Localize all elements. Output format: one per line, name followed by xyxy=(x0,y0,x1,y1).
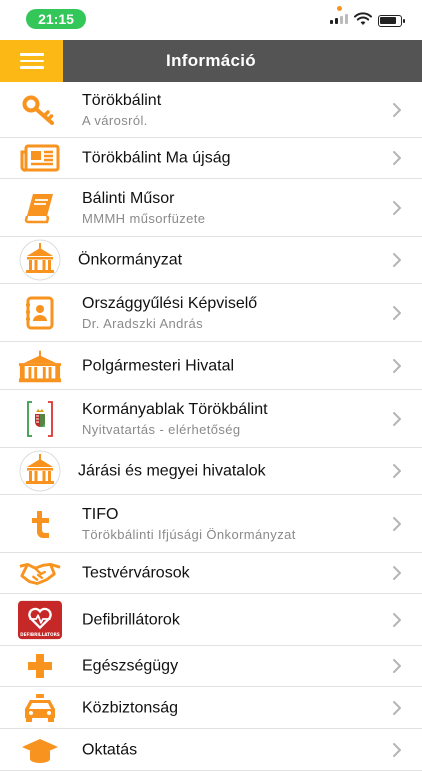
defibrillator-icon: DEFIBRILLATORS xyxy=(18,600,62,640)
list-item-oktatas[interactable]: Oktatás xyxy=(0,729,422,771)
item-title: Országgyűlési Képviselő xyxy=(82,294,258,312)
privacy-indicator-dot xyxy=(337,6,342,11)
handshake-icon xyxy=(18,553,62,593)
chevron-right-icon xyxy=(393,700,401,715)
chevron-right-icon xyxy=(393,305,401,320)
newspaper-icon xyxy=(18,138,62,178)
item-subtitle: A városról. xyxy=(82,112,148,128)
item-subtitle: Nyitvatartás - elérhetőség xyxy=(82,421,241,437)
battery-icon xyxy=(378,15,405,27)
item-title: Bálinti Műsor xyxy=(82,189,175,207)
list-item-testvervarosok[interactable]: Testvérvárosok xyxy=(0,553,422,594)
chevron-right-icon xyxy=(393,566,401,580)
chevron-right-icon xyxy=(393,411,401,426)
item-title: Kormányablak Törökbálint xyxy=(82,400,268,418)
list-item-kormanyablak[interactable]: Kormányablak Törökbálint Nyitvatartás - … xyxy=(0,390,422,448)
item-title: Önkormányzat xyxy=(78,251,183,269)
contact-book-icon xyxy=(18,293,62,333)
list-item-orszaggyulesi-kepviselo[interactable]: Országgyűlési Képviselő Dr. Aradszki And… xyxy=(0,284,422,342)
chevron-right-icon xyxy=(393,102,401,117)
list-item-torokbalint[interactable]: Törökbálint A városról. xyxy=(0,82,422,138)
chevron-right-icon xyxy=(393,358,401,373)
wifi-icon xyxy=(354,12,372,25)
item-title: Defibrillátorok xyxy=(82,611,180,628)
list-item-onkormanyzat[interactable]: Önkormányzat xyxy=(0,237,422,284)
list-item-jarasi-megyei-hivatalok[interactable]: Járási és megyei hivatalok xyxy=(0,448,422,495)
item-title: Közbiztonság xyxy=(82,699,179,716)
town-hall-circle-icon xyxy=(18,450,62,492)
list-item-defibrillatorok[interactable]: DEFIBRILLATORS Defibrillátorok xyxy=(0,594,422,646)
list-item-kozbiztonsag[interactable]: Közbiztonság xyxy=(0,687,422,729)
book-icon xyxy=(18,188,62,228)
chevron-right-icon xyxy=(393,200,401,215)
town-hall-circle-icon xyxy=(18,239,62,281)
chevron-right-icon xyxy=(393,612,401,627)
page-title: Információ xyxy=(166,51,256,70)
item-title: Testvérvárosok xyxy=(82,564,190,582)
status-time: 21:15 xyxy=(26,9,86,29)
chevron-right-icon xyxy=(393,516,401,531)
police-car-icon xyxy=(18,688,62,728)
cellular-signal-icon xyxy=(330,14,348,24)
item-title: TIFO xyxy=(82,505,119,523)
item-subtitle: Törökbálinti Ifjúsági Önkormányzat xyxy=(82,526,296,542)
tifo-t-icon xyxy=(18,504,62,544)
hamburger-line xyxy=(19,53,44,56)
list-item-polgarmesteri-hivatal[interactable]: Polgármesteri Hivatal xyxy=(0,342,422,390)
chevron-right-icon xyxy=(393,659,401,673)
item-subtitle: MMMH műsorfüzete xyxy=(82,210,206,226)
chevron-right-icon xyxy=(393,253,401,267)
item-title: Polgármesteri Hivatal xyxy=(82,357,235,374)
medical-cross-icon xyxy=(18,646,62,686)
hamburger-line xyxy=(19,59,44,63)
hamburger-line xyxy=(19,66,44,69)
list-item-torokbalint-ma-ujsag[interactable]: Törökbálint Ma újság xyxy=(0,138,422,179)
key-icon xyxy=(18,90,62,130)
chevron-right-icon xyxy=(393,464,401,478)
item-title: Törökbálint xyxy=(82,91,162,109)
chevron-right-icon xyxy=(393,151,401,165)
item-title: Egészségügy xyxy=(82,657,179,675)
nav-header: Információ xyxy=(0,40,422,82)
info-list: Törökbálint A városról. Törökbálint Ma ú… xyxy=(0,82,422,771)
hamburger-menu-button[interactable] xyxy=(0,40,63,82)
item-title: Törökbálint Ma újság xyxy=(82,149,231,167)
item-subtitle: Dr. Aradszki András xyxy=(82,315,204,331)
town-hall-icon xyxy=(18,346,62,386)
status-bar: 21:15 xyxy=(0,0,422,40)
list-item-egeszsegugy[interactable]: Egészségügy xyxy=(0,646,422,687)
government-window-icon xyxy=(18,399,62,439)
defibrillator-icon-label: DEFIBRILLATORS xyxy=(20,631,60,636)
item-title: Járási és megyei hivatalok xyxy=(78,462,266,480)
list-item-balinti-musor[interactable]: Bálinti Műsor MMMH műsorfüzete xyxy=(0,179,422,237)
list-item-tifo[interactable]: TIFO Törökbálinti Ifjúsági Önkormányzat xyxy=(0,495,422,553)
